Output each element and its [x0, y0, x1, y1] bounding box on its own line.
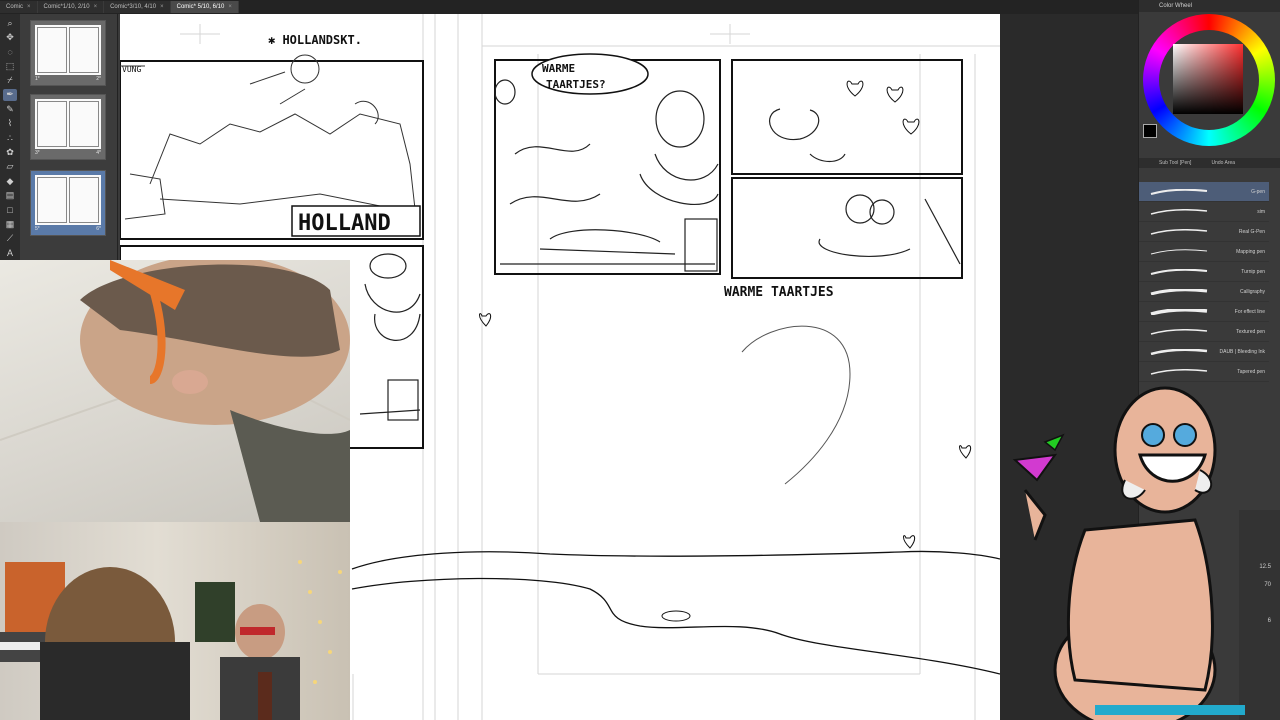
brush-stroke-preview	[1150, 368, 1208, 375]
brush-stroke-preview	[1150, 248, 1208, 254]
brush-stroke-preview	[1150, 348, 1208, 355]
brush-item[interactable]: Real G-Pen	[1139, 222, 1269, 242]
lasso-icon[interactable]: ◌	[3, 46, 17, 58]
brush-stroke-preview	[1150, 208, 1208, 215]
tab-subtool[interactable]: Sub Tool [Pen]	[1159, 160, 1191, 166]
webcam-feed-room	[0, 522, 350, 720]
page-header-text: ✱ HOLLANDSKT.	[268, 33, 362, 47]
brush-name: Mapping pen	[1236, 248, 1265, 255]
decoration-icon[interactable]: ✿	[3, 146, 17, 158]
move-icon[interactable]: ✥	[3, 31, 17, 43]
stabilization-value[interactable]: 6	[1268, 618, 1271, 624]
saturation-value-square[interactable]	[1173, 44, 1243, 114]
tab-comic[interactable]: Comic ×	[0, 1, 38, 13]
brush-name: sim	[1257, 208, 1265, 215]
page-number: 6*	[96, 226, 101, 232]
page-thumbnail-selected[interactable]: 5* 6*	[30, 170, 106, 236]
figure-icon[interactable]: □	[3, 204, 17, 216]
brush-item[interactable]: Tapered pen	[1139, 362, 1269, 382]
document-tab-bar: Comic × Comic*1/10, 2/10 × Comic*3/10, 4/1…	[0, 0, 1280, 14]
tab-comic-3-4[interactable]: Comic*3/10, 4/10 ×	[104, 1, 171, 13]
page-number: 1*	[35, 76, 40, 82]
brush-stroke-preview	[1150, 328, 1208, 335]
tab-comic-1-2[interactable]: Comic*1/10, 2/10 ×	[37, 1, 105, 13]
eraser-icon[interactable]: ▱	[3, 161, 17, 173]
close-icon[interactable]: ×	[94, 4, 98, 10]
page-number: 4*	[96, 150, 101, 156]
horizon-line	[351, 550, 1000, 570]
holland-sign-text: HOLLAND	[298, 211, 391, 236]
select-icon[interactable]: ⬚	[3, 60, 17, 72]
page-number: 3*	[35, 150, 40, 156]
text-icon[interactable]: A	[3, 247, 17, 259]
brush-name: Turnip pen	[1241, 268, 1265, 275]
tab-label: Comic	[6, 4, 24, 10]
current-color-swatch[interactable]	[1143, 124, 1157, 138]
webcam-feed-artist	[0, 260, 350, 522]
tab-label: Comic*1/10, 2/10	[43, 4, 90, 10]
clip-studio-window: Comic × Comic*1/10, 2/10 × Comic*3/10, 4/1…	[0, 0, 1280, 720]
ruler-icon[interactable]: ⟋	[3, 232, 17, 244]
brush-stroke-preview	[1150, 268, 1208, 275]
close-icon[interactable]: ×	[228, 4, 232, 10]
frame-icon[interactable]: ▦	[3, 218, 17, 230]
brush-item[interactable]: G-pen	[1139, 182, 1269, 202]
tool-bar: ⌕ ✥ ◌ ⬚ ⌿ ✒ ✎ ⌇ ∴ ✿ ▱ ◆ ▤ □ ▦ ⟋ A	[0, 14, 20, 260]
brush-name: For effect line	[1234, 308, 1265, 315]
brush-size-value[interactable]: 12.5	[1259, 564, 1271, 570]
caption-text: WARME TAARTJES	[724, 285, 834, 300]
webcam-image	[0, 560, 342, 720]
close-icon[interactable]: ×	[27, 4, 31, 10]
airbrush-icon[interactable]: ∴	[3, 132, 17, 144]
brush-item[interactable]: Mapping pen	[1139, 242, 1269, 262]
zoom-icon[interactable]: ⌕	[3, 17, 17, 29]
gradient-icon[interactable]: ▤	[3, 189, 17, 201]
subtool-header: Sub Tool [Pen] Undo Area	[1139, 158, 1280, 168]
brush-item[interactable]: Calligraphy	[1139, 282, 1269, 302]
brush-name: DAUB | Bleeding Ink	[1219, 348, 1266, 355]
mascot-character	[1012, 386, 1245, 720]
close-icon[interactable]: ×	[160, 4, 164, 10]
brush-icon[interactable]: ⌇	[3, 118, 17, 130]
comic-panel	[731, 177, 963, 279]
brush-list: G-pen sim Real G-Pen Mapping pen Turnip …	[1139, 182, 1269, 382]
page-thumbnail[interactable]: 1* 2*	[30, 20, 106, 86]
speech-bubble-text: WARME	[542, 62, 575, 75]
brush-item[interactable]: For effect line	[1139, 302, 1269, 322]
pen-icon[interactable]: ✒	[3, 88, 17, 102]
brush-stroke-preview	[1150, 188, 1208, 195]
brush-stroke-preview	[1150, 308, 1208, 315]
brush-name: G-pen	[1251, 188, 1265, 195]
webcam-image	[0, 260, 350, 522]
fill-icon[interactable]: ◆	[3, 175, 17, 187]
page-manager: 1* 2* 3* 4* 5* 6*	[20, 14, 118, 260]
brush-item[interactable]: Turnip pen	[1139, 262, 1269, 282]
page-number: 2*	[96, 76, 101, 82]
tab-label: Comic* 5/10, 6/10	[176, 4, 225, 10]
brush-name: Calligraphy	[1239, 288, 1265, 295]
brush-stroke-preview	[1150, 288, 1208, 295]
brush-stroke-preview	[1150, 228, 1208, 235]
brush-item[interactable]: DAUB | Bleeding Ink	[1139, 342, 1269, 362]
color-wheel-title: Color Wheel	[1139, 0, 1280, 12]
speech-bubble-text: TAARTJES?	[546, 78, 606, 91]
brush-name: Tapered pen	[1237, 368, 1265, 375]
svg-text:VUNG: VUNG	[122, 65, 141, 74]
shoreline	[351, 577, 1000, 675]
tab-comic-5-6[interactable]: Comic* 5/10, 6/10 ×	[170, 1, 239, 13]
tab-label: Comic*3/10, 4/10	[110, 4, 157, 10]
pencil-icon[interactable]: ✎	[3, 103, 17, 115]
tab-undo-area[interactable]: Undo Area	[1211, 160, 1235, 166]
brush-name: Textured pen	[1236, 328, 1265, 335]
eyedropper-icon[interactable]: ⌿	[3, 74, 17, 86]
opacity-value[interactable]: 70	[1264, 582, 1271, 588]
page-number: 5*	[35, 226, 40, 232]
brush-item[interactable]: sim	[1139, 202, 1269, 222]
heart-sketch	[741, 325, 851, 485]
page-thumbnail[interactable]: 3* 4*	[30, 94, 106, 160]
brush-name: Real G-Pen	[1238, 228, 1265, 235]
brush-item[interactable]: Textured pen	[1139, 322, 1269, 342]
comic-panel	[731, 59, 963, 175]
